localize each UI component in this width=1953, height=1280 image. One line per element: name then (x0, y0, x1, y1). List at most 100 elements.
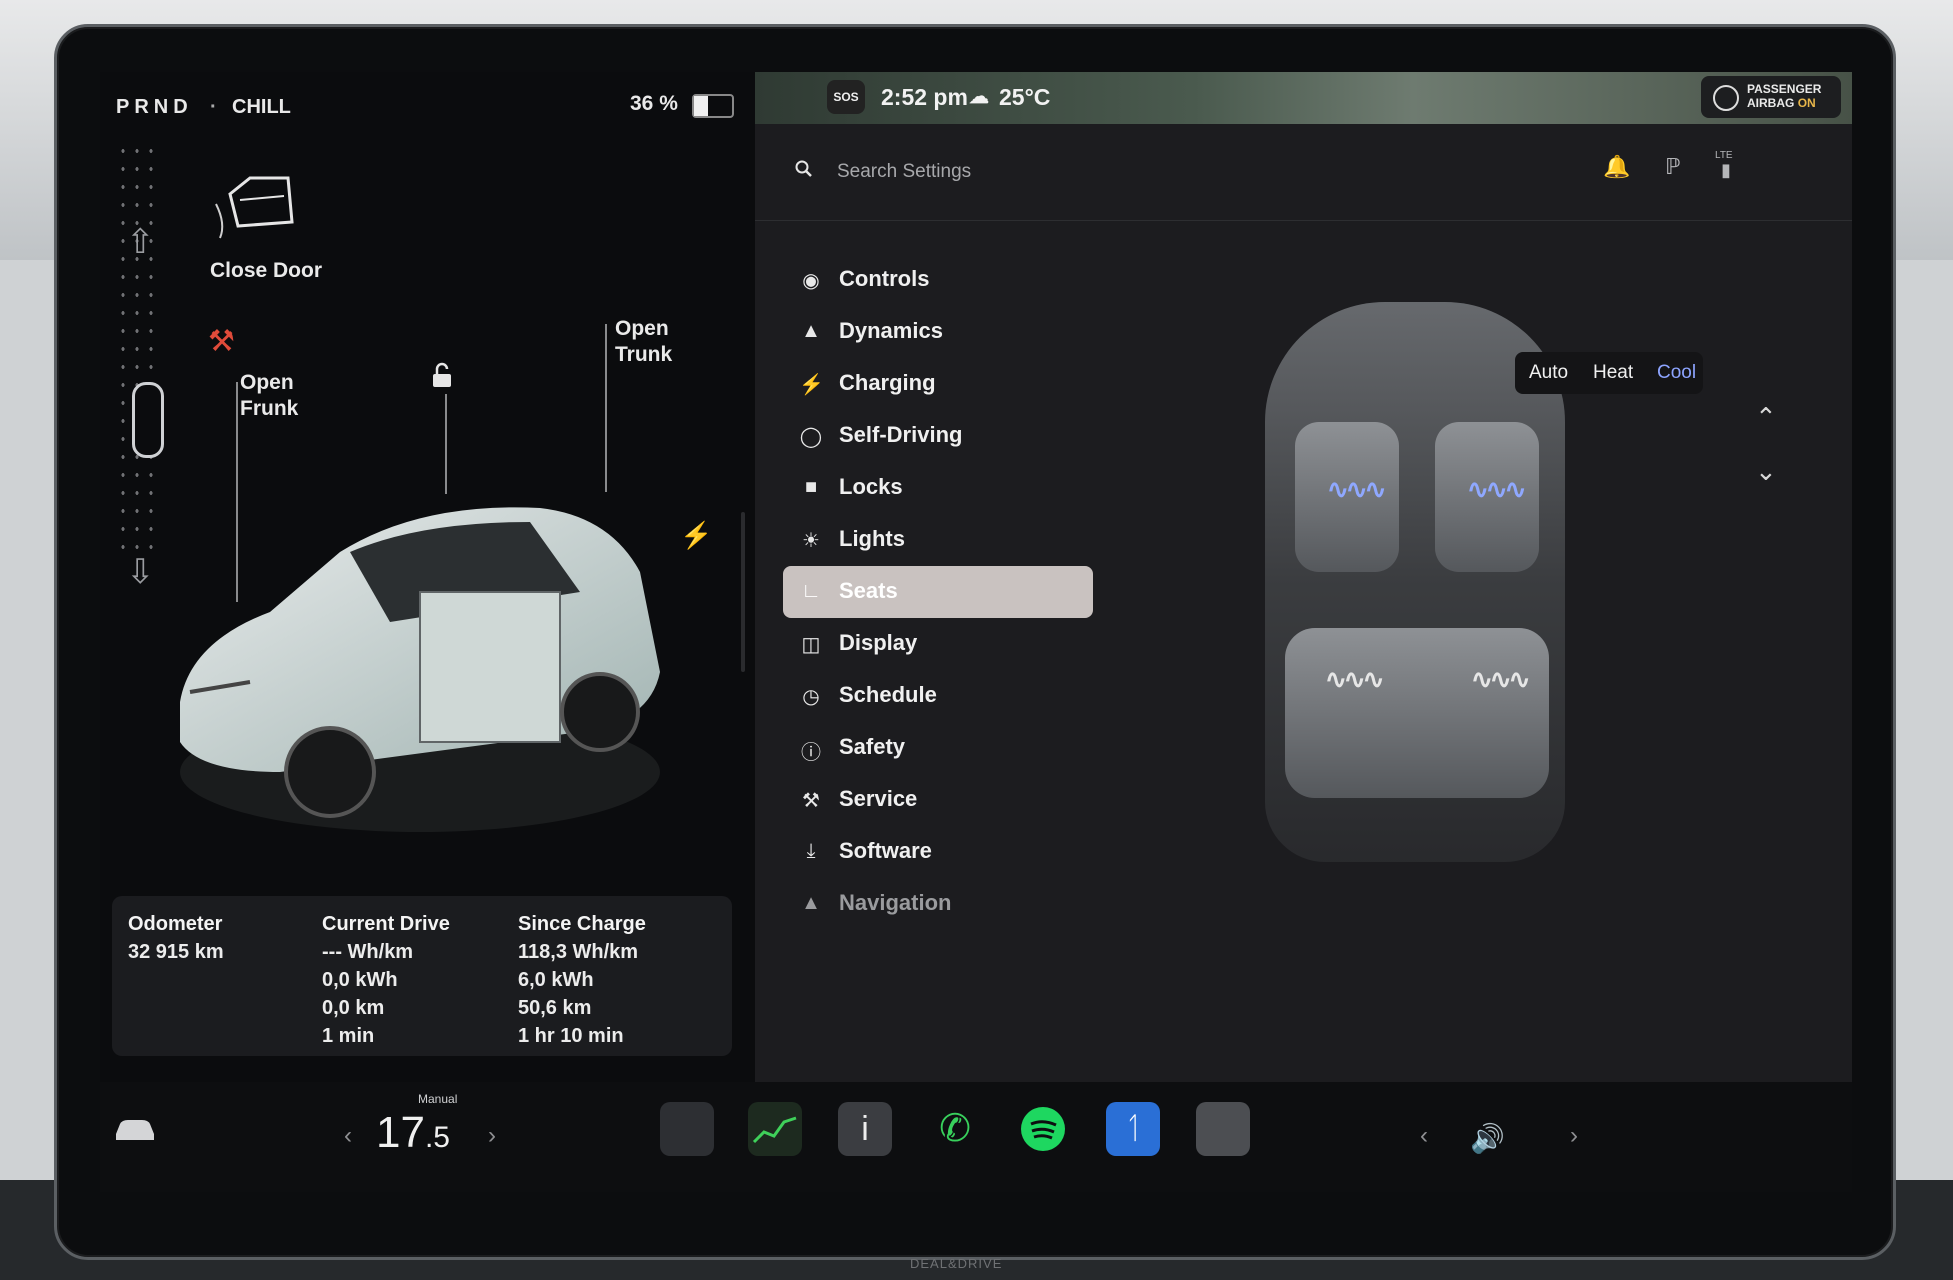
menu-label: Safety (839, 734, 906, 759)
open-trunk-line2: Trunk (615, 343, 673, 366)
search-input[interactable] (835, 156, 1439, 188)
left-pane-scrollbar[interactable] (741, 512, 745, 672)
seat-icon: ∟ (801, 580, 821, 602)
current-drive-distance: 0,0 km (322, 997, 385, 1019)
menu-item-locks[interactable]: ■ Locks (783, 462, 1093, 514)
download-icon: ⤓ (806, 840, 816, 862)
menu-label: Software (839, 838, 932, 863)
phone-app-icon[interactable]: ✆ (928, 1102, 982, 1156)
odometer-label: Odometer (128, 913, 223, 935)
bell-icon[interactable]: 🔔 (1603, 154, 1630, 180)
gear-shift-strip[interactable]: ⇧ ⇩ (112, 142, 164, 591)
seat-mode-cool[interactable]: Cool (1657, 362, 1696, 384)
menu-label: Lights (839, 526, 905, 551)
rear-right-heat-icon[interactable]: ∿∿∿ (1471, 664, 1530, 695)
passenger-seat-heat-icon[interactable]: ∿∿∿ (1467, 474, 1526, 505)
spotify-app-icon[interactable] (1016, 1102, 1070, 1156)
vehicle-3d-render (180, 507, 660, 832)
sos-button[interactable]: SOS (827, 80, 865, 114)
since-charge-efficiency: 118,3 Wh/km (518, 941, 639, 963)
temp-decrease-chevron-icon[interactable]: ‹ (344, 1122, 352, 1150)
open-frunk-line2: Frunk (240, 397, 299, 420)
lock-icon: ■ (804, 476, 818, 498)
current-drive-energy: 0,0 kWh (322, 969, 398, 991)
display-icon: ◫ (801, 634, 821, 656)
clock: 2:52 pm (881, 84, 968, 110)
door-icon[interactable] (210, 164, 300, 244)
menu-item-self-driving[interactable]: ◯ Self-Driving (783, 410, 1093, 462)
menu-item-service[interactable]: ⚒ Service (783, 774, 1093, 826)
alert-circle-icon: ⓘ (801, 742, 821, 764)
settings-pane: SOS 2:52 pm ☁ 25°C PASSENGER AIRBAG ON 🔔… (755, 72, 1852, 1082)
menu-item-lights[interactable]: ☀ Lights (783, 514, 1093, 566)
since-charge-energy: 6,0 kWh (518, 969, 594, 991)
menu-item-controls[interactable]: ◉ Controls (783, 254, 1093, 306)
passenger-airbag-status: PASSENGER AIRBAG ON (1701, 76, 1841, 118)
seat-mode-selector[interactable]: Auto Heat Cool (1515, 352, 1703, 394)
bluetooth-app-icon[interactable]: ᛐ (1106, 1102, 1160, 1156)
close-door-button[interactable]: Close Door (210, 258, 322, 284)
current-drive-label: Current Drive (322, 913, 450, 935)
menu-label: Schedule (839, 682, 937, 707)
menu-item-software[interactable]: ⤓ Software (783, 826, 1093, 878)
energy-app-icon[interactable] (748, 1102, 802, 1156)
watermark-logo: DEAL&DRIVE (910, 1256, 1003, 1271)
steering-wheel-icon: ◯ (799, 426, 823, 448)
toybox-app-icon[interactable] (660, 1102, 714, 1156)
driver-seat-heat-icon[interactable]: ∿∿∿ (1327, 474, 1386, 505)
menu-label: Charging (839, 370, 936, 395)
menu-label: Self-Driving (839, 422, 963, 447)
seat-mode-heat[interactable]: Heat (1593, 362, 1633, 384)
cabin-temperature[interactable]: 17.5 (376, 1108, 450, 1158)
search-bar[interactable] (795, 152, 1655, 192)
current-drive-duration: 1 min (322, 1025, 375, 1047)
vehicle-pane: PRND CHILL 36 % ⇧ ⇩ Close Door ⚒ Open Fr… (100, 72, 755, 1082)
since-charge-column[interactable]: Since Charge 118,3 Wh/km 6,0 kWh 50,6 km… (518, 910, 646, 1050)
temp-decimal: .5 (424, 1121, 450, 1154)
menu-item-safety[interactable]: ⓘ Safety (783, 722, 1093, 774)
energy-graph-icon (752, 1116, 797, 1144)
odometer-value: 32 915 km (128, 941, 224, 963)
touchscreen: PRND CHILL 36 % ⇧ ⇩ Close Door ⚒ Open Fr… (100, 72, 1852, 1192)
menu-label: Navigation (839, 890, 952, 915)
rear-left-heat-icon[interactable]: ∿∿∿ (1325, 664, 1384, 695)
since-charge-distance: 50,6 km (518, 997, 592, 1019)
menu-item-dynamics[interactable]: ▲ Dynamics (783, 306, 1093, 358)
dashcam-app-icon[interactable] (1196, 1102, 1250, 1156)
gear-indicator: PRND (116, 96, 193, 118)
open-trunk-button[interactable]: Open Trunk (615, 316, 672, 368)
unlock-icon[interactable] (430, 362, 454, 388)
manual-app-icon[interactable]: i (838, 1102, 892, 1156)
arrow-up-icon: ⇧ (126, 223, 155, 261)
menu-item-display[interactable]: ◫ Display (783, 618, 1093, 670)
volume-icon[interactable]: 🔊 (1470, 1122, 1505, 1155)
open-frunk-button[interactable]: Open Frunk (240, 370, 298, 422)
chevron-down-icon[interactable]: ⌄ (1755, 456, 1777, 487)
car-icon[interactable] (112, 1114, 158, 1144)
menu-item-navigation[interactable]: ▲ Navigation (783, 878, 1093, 930)
open-trunk-line1: Open (615, 317, 669, 340)
chevron-up-icon[interactable]: ⌃ (1755, 402, 1777, 433)
menu-item-schedule[interactable]: ◷ Schedule (783, 670, 1093, 722)
bottom-dock: ‹ Manual 17.5 › i ✆ ᛐ ‹ 🔊 › (100, 1082, 1852, 1192)
current-drive-column[interactable]: Current Drive --- Wh/km 0,0 kWh 0,0 km 1… (322, 910, 450, 1050)
temp-increase-chevron-icon[interactable]: › (488, 1122, 496, 1150)
outside-temperature: 25°C (999, 84, 1051, 110)
header-divider (755, 220, 1852, 221)
open-frunk-line1: Open (240, 371, 294, 394)
current-drive-efficiency: --- Wh/km (322, 941, 414, 963)
menu-item-charging[interactable]: ⚡ Charging (783, 358, 1093, 410)
seat-mode-auto[interactable]: Auto (1529, 362, 1568, 384)
menu-label: Seats (839, 578, 898, 603)
charge-port-icon[interactable]: ⚡ (680, 520, 712, 551)
navigation-arrow-icon: ▲ (801, 892, 821, 914)
volume-decrease-chevron-icon[interactable]: ‹ (1420, 1122, 1428, 1150)
status-bar-map[interactable]: SOS 2:52 pm ☁ 25°C PASSENGER AIRBAG ON (755, 72, 1852, 124)
battery-icon (692, 94, 734, 118)
settings-menu: ◉ Controls ▲ Dynamics ⚡ Charging ◯ Self-Driv… (783, 254, 1103, 930)
menu-label: Service (839, 786, 918, 811)
airbag-line2: AIRBAG ON (1747, 96, 1821, 110)
bluetooth-icon[interactable]: ℙ (1665, 154, 1680, 180)
volume-increase-chevron-icon[interactable]: › (1570, 1122, 1578, 1150)
menu-item-seats[interactable]: ∟ Seats (783, 566, 1093, 618)
